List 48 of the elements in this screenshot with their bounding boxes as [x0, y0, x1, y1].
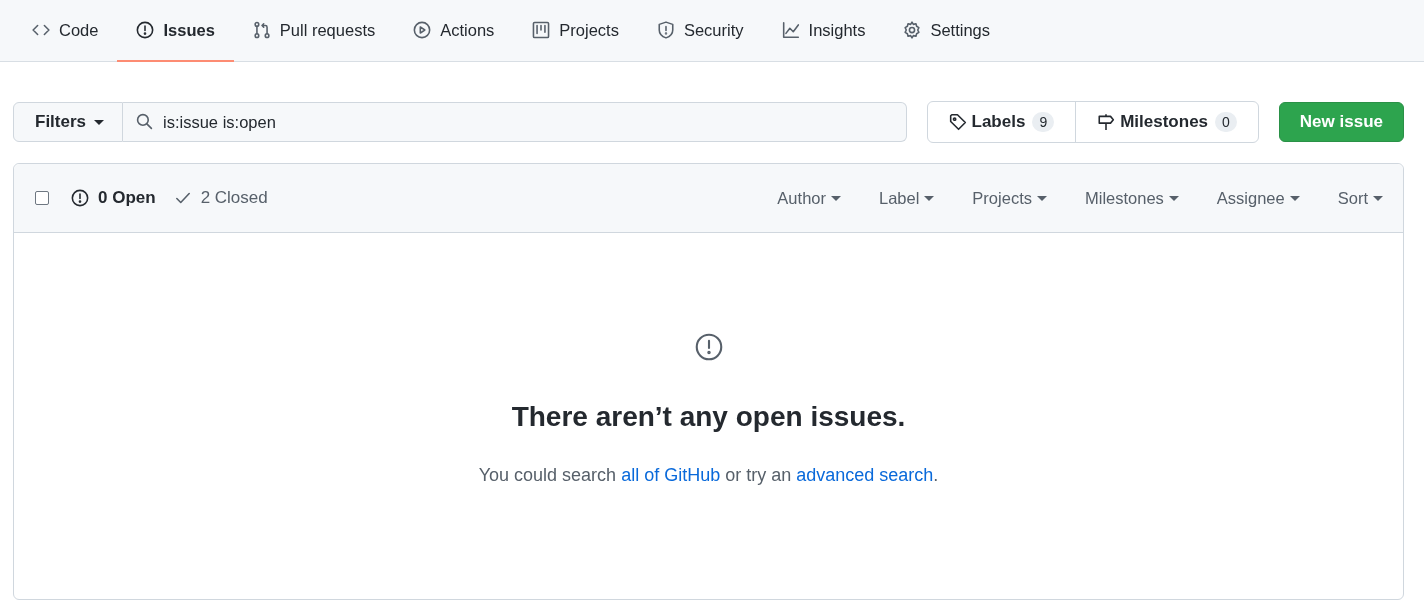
project-board-icon [532, 21, 551, 39]
pull-request-icon [252, 21, 271, 39]
play-icon [413, 21, 432, 39]
empty-state-message: You could search all of GitHub or try an advanced search. [478, 465, 939, 486]
repo-tab[interactable]: Security [637, 0, 763, 62]
labels-label: Labels [971, 112, 1026, 132]
repo-tab[interactable]: Projects [513, 0, 638, 62]
filter-menu[interactable]: Projects [972, 188, 1047, 208]
issue-icon [71, 189, 89, 207]
caret-icon [831, 195, 841, 201]
milestones-label: Milestones [1120, 112, 1209, 132]
milestones-button[interactable]: Milestones 0 [1075, 102, 1258, 142]
select-all-checkbox[interactable] [35, 191, 49, 205]
filter-menu[interactable]: Author [777, 188, 841, 208]
caret-icon [1168, 195, 1179, 201]
search-field[interactable]: is:issue is:open [123, 102, 907, 142]
filter-menu[interactable]: Milestones [1084, 188, 1179, 208]
labels-count: 9 [1032, 112, 1055, 132]
settings-icon [903, 21, 922, 39]
caret-icon [1036, 195, 1047, 201]
issue-state-filter[interactable]: 0 Open [71, 188, 156, 208]
advanced-search-link[interactable]: advanced search [796, 465, 934, 485]
repo-tab[interactable]: Settings [884, 0, 1010, 62]
caret-icon [94, 119, 105, 125]
issue-icon [694, 333, 723, 361]
all-of-github-link[interactable]: all of GitHub [621, 465, 721, 485]
filter-menu[interactable]: Label [879, 188, 935, 208]
filter-menu[interactable]: Assignee [1216, 188, 1300, 208]
issue-icon [136, 21, 155, 39]
caret-icon [1373, 195, 1383, 201]
repo-tab[interactable]: Insights [762, 0, 885, 62]
caret-icon [924, 195, 935, 201]
caret-icon [1289, 195, 1300, 201]
issue-state-filter[interactable]: 2 Closed [173, 188, 268, 208]
tag-icon [948, 113, 967, 131]
repo-tab[interactable]: Pull requests [233, 0, 395, 62]
repo-tab[interactable]: Issues [117, 0, 234, 62]
repo-tab[interactable]: Actions [394, 0, 514, 62]
empty-state-title: There aren’t any open issues. [511, 401, 906, 433]
filter-menu[interactable]: Sort [1337, 188, 1383, 208]
milestones-count: 0 [1215, 112, 1237, 132]
shield-icon [656, 21, 675, 39]
repo-tab[interactable]: Code [13, 0, 118, 62]
graph-icon [781, 21, 800, 39]
search-icon [136, 113, 154, 130]
filters-dropdown[interactable]: Filters [13, 102, 124, 142]
labels-button[interactable]: Labels 9 [927, 102, 1076, 142]
signpost-icon [1097, 113, 1116, 131]
